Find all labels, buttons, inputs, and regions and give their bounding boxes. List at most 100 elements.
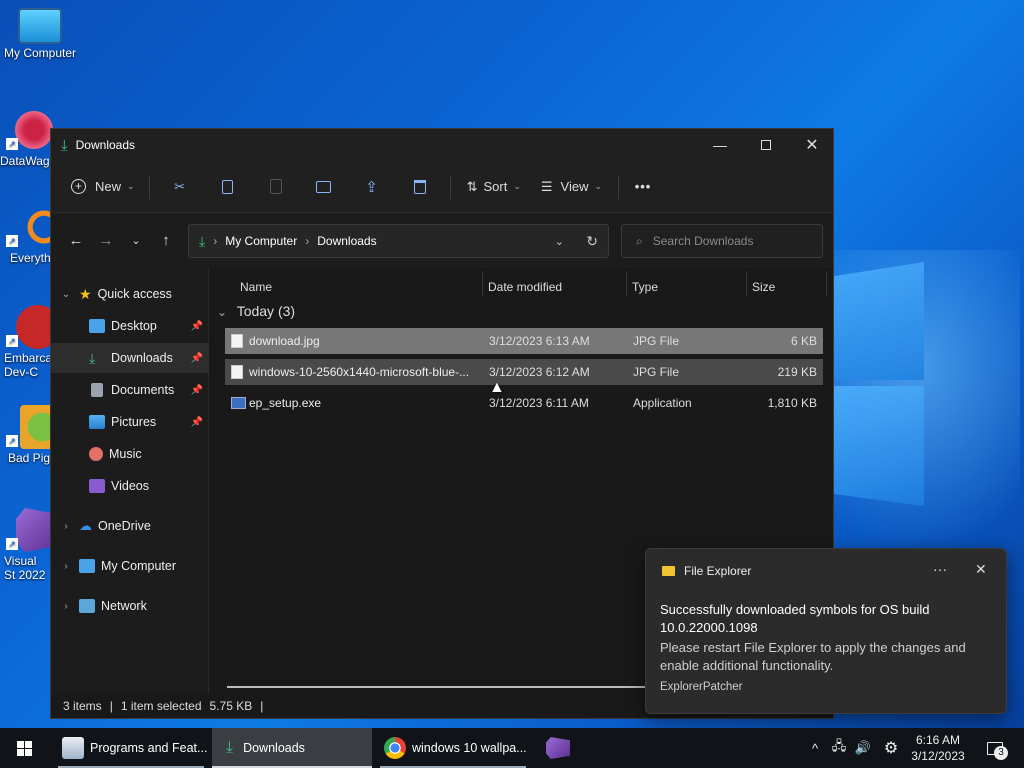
file-row[interactable]: download.jpg 3/12/2023 6:13 AM JPG File … [225, 328, 823, 354]
notification-more-button[interactable]: ··· [933, 561, 947, 577]
chevron-down-icon: ⌄ [127, 181, 135, 191]
settings-tray-icon[interactable]: ⚙ [878, 728, 904, 768]
volume-tray-icon[interactable]: 🔊 [852, 728, 874, 768]
column-divider [746, 271, 747, 297]
forward-button[interactable]: → [91, 226, 121, 256]
rename-button[interactable] [300, 171, 348, 203]
group-header-today[interactable]: ⌄ Today (3) [217, 303, 295, 319]
new-button[interactable]: + New ⌄ [63, 171, 143, 203]
column-header-name[interactable]: Name [240, 280, 272, 294]
file-date: 3/12/2023 6:12 AM [489, 365, 590, 379]
sidebar-item-my-computer[interactable]: › My Computer [51, 551, 209, 581]
column-divider [482, 271, 483, 297]
sidebar-item-music[interactable]: Music [51, 439, 209, 469]
chevron-down-icon: ⌄ [594, 181, 603, 191]
back-button[interactable]: ← [61, 226, 91, 256]
file-row[interactable]: windows-10-2560x1440-microsoft-blue-... … [225, 359, 823, 385]
shortcut-arrow-icon: ↗ [6, 235, 18, 247]
view-button[interactable]: ☰ View ⌄ [531, 171, 612, 203]
minimize-button[interactable]: — [697, 129, 743, 161]
clock-date: 3/12/2023 [911, 749, 965, 763]
monitor-icon [18, 8, 62, 44]
copy-icon [222, 179, 234, 194]
notification-close-button[interactable]: ✕ [975, 561, 987, 578]
search-icon: ⌕ [636, 233, 643, 248]
taskbar-app-label: Downloads [243, 741, 305, 755]
start-button[interactable] [0, 728, 48, 768]
gear-icon: ⚙ [883, 740, 899, 757]
column-header-date-modified[interactable]: Date modified [488, 280, 562, 294]
chevron-down-icon: ⌄ [61, 288, 71, 300]
search-input[interactable]: ⌕ Search Downloads [621, 224, 823, 258]
share-button[interactable]: ⇪ [348, 171, 396, 203]
wallpaper-logo [834, 262, 924, 380]
taskbar-app-chrome[interactable]: windows 10 wallpa... [376, 728, 530, 768]
refresh-icon[interactable]: ↻ [586, 233, 598, 250]
scissors-icon: ✂ [174, 178, 186, 194]
navigation-pane: ⌄ ★ Quick access Desktop 📌 ⤓ Downloads 📌… [51, 269, 209, 699]
list-view-icon: ☰ [540, 178, 553, 194]
sidebar-item-label: OneDrive [98, 519, 151, 533]
view-button-label: View [560, 179, 589, 194]
address-bar[interactable]: ⤓ › My Computer › Downloads ⌄ ↻ [188, 224, 609, 258]
toolbar-divider [449, 174, 451, 199]
column-header-type[interactable]: Type [632, 280, 658, 294]
clock[interactable]: 6:16 AM 3/12/2023 [906, 728, 970, 768]
maximize-button[interactable] [743, 129, 789, 161]
chrome-icon [384, 737, 406, 759]
breadcrumb-downloads[interactable]: Downloads [317, 234, 376, 248]
sort-arrows-icon: ⇅ [466, 178, 478, 194]
chevron-down-icon: ⌄ [513, 181, 521, 191]
notification-headline: Successfully downloaded symbols for OS b… [660, 602, 930, 635]
file-row[interactable]: ep_setup.exe 3/12/2023 6:11 AM Applicati… [225, 390, 823, 416]
wallpaper-logo-lower [834, 386, 924, 506]
address-history-chevron-icon[interactable]: ⌄ [555, 235, 564, 248]
sidebar-item-downloads[interactable]: ⤓ Downloads 📌 [51, 343, 209, 373]
horizontal-scrollbar[interactable] [227, 686, 647, 688]
shortcut-arrow-icon: ↗ [6, 138, 18, 150]
pin-icon: 📌 [190, 320, 203, 332]
show-hidden-icons-button[interactable]: ^ [804, 728, 826, 768]
sidebar-item-onedrive[interactable]: › ☁ OneDrive [51, 511, 209, 541]
toolbar-divider [148, 174, 150, 199]
up-button[interactable]: ↑ [151, 226, 181, 256]
notification-toast[interactable]: File Explorer ··· ✕ Successfully downloa… [645, 548, 1007, 714]
paste-button[interactable] [252, 171, 300, 203]
taskbar-app-programs-and-features[interactable]: Programs and Feat... [54, 728, 208, 768]
sidebar-item-pictures[interactable]: Pictures 📌 [51, 407, 209, 437]
sidebar-item-network[interactable]: › Network [51, 591, 209, 621]
sidebar-item-videos[interactable]: Videos [51, 471, 209, 501]
shortcut-arrow-icon: ↗ [6, 435, 18, 447]
copy-button[interactable] [204, 171, 252, 203]
toolbar-divider [618, 174, 620, 199]
desktop-icon-label: Embarca Dev-C [4, 351, 53, 379]
taskbar-app-visual-studio[interactable] [534, 728, 582, 768]
cut-button[interactable]: ✂ [156, 171, 204, 203]
windows-logo-icon [16, 740, 32, 756]
column-divider [626, 271, 627, 297]
network-tray-icon[interactable]: 🖧 [828, 728, 850, 768]
taskbar-app-label: windows 10 wallpa... [412, 741, 527, 755]
sidebar-item-quick-access[interactable]: ⌄ ★ Quick access [51, 279, 209, 309]
close-button[interactable]: ✕ [789, 129, 835, 161]
delete-button[interactable] [396, 171, 444, 203]
video-icon [89, 479, 105, 493]
notification-app-name: File Explorer [684, 564, 752, 578]
title-bar[interactable]: ⤓ Downloads — ✕ [51, 129, 833, 161]
desktop-icon-my-computer[interactable]: My Computer [0, 8, 80, 60]
clipboard-icon [269, 179, 282, 194]
column-header-size[interactable]: Size [752, 280, 775, 294]
command-bar: + New ⌄ ✂ ⇪ ⇅ Sort ⌄ ☰ View ⌄ ••• [51, 161, 833, 213]
sort-button[interactable]: ⇅ Sort ⌄ [457, 171, 531, 203]
breadcrumb-my-computer[interactable]: My Computer [225, 234, 297, 248]
action-center-button[interactable]: 3 [980, 728, 1010, 768]
download-arrow-icon: ⤓ [89, 349, 96, 366]
taskbar-app-downloads[interactable]: ⤓ Downloads [212, 728, 372, 768]
star-icon: ★ [79, 285, 92, 302]
recent-locations-button[interactable]: ⌄ [121, 226, 151, 256]
control-panel-icon [62, 737, 84, 759]
sidebar-item-desktop[interactable]: Desktop 📌 [51, 311, 209, 341]
sidebar-item-documents[interactable]: Documents 📌 [51, 375, 209, 405]
more-options-button[interactable]: ••• [625, 171, 661, 203]
folder-icon [662, 566, 675, 576]
